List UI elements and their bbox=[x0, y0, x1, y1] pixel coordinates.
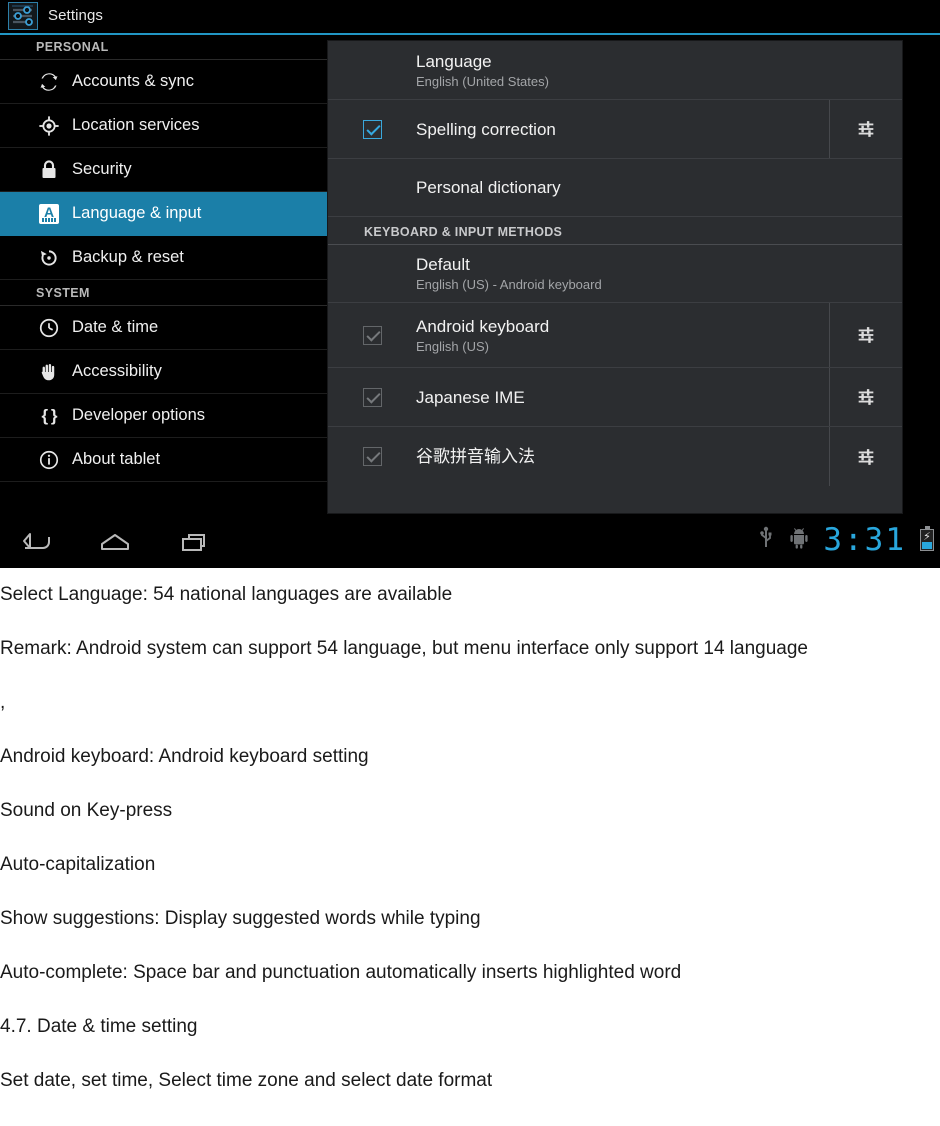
row-text: Default English (US) - Android keyboard bbox=[416, 254, 830, 293]
settings-sliders-icon[interactable] bbox=[829, 303, 902, 367]
sidebar-item-label: Developer options bbox=[72, 406, 205, 424]
sidebar-item-label: Language & input bbox=[72, 204, 202, 222]
document-text: Select Language: 54 national languages a… bbox=[0, 568, 940, 1108]
sidebar-item-label: Security bbox=[72, 160, 132, 178]
sidebar-item-accounts-sync[interactable]: Accounts & sync bbox=[0, 60, 327, 104]
info-circle-icon bbox=[36, 447, 62, 473]
usb-icon bbox=[757, 526, 775, 555]
panel-row-language[interactable]: Language English (United States) bbox=[328, 41, 902, 100]
sidebar-item-label: Backup & reset bbox=[72, 248, 184, 266]
doc-paragraph: Sound on Key-press bbox=[0, 800, 173, 821]
google-pinyin-checkbox[interactable] bbox=[362, 447, 382, 466]
sidebar-item-developer-options[interactable]: { } Developer options bbox=[0, 394, 327, 438]
doc-paragraph: Select Language: 54 national languages a… bbox=[0, 584, 453, 605]
android-robot-icon bbox=[789, 527, 809, 554]
back-icon[interactable] bbox=[14, 526, 56, 558]
row-title: 谷歌拼音输入法 bbox=[416, 447, 535, 466]
doc-paragraph: Show suggestions: Display suggested word… bbox=[0, 908, 481, 929]
location-crosshair-icon bbox=[36, 113, 62, 139]
row-title: Spelling correction bbox=[416, 119, 556, 139]
row-title: Language bbox=[416, 51, 492, 71]
checkbox-slot bbox=[328, 447, 416, 466]
android-keyboard-checkbox[interactable] bbox=[362, 325, 382, 345]
doc-paragraph: 4.7. Date & time setting bbox=[0, 1016, 198, 1037]
sidebar-item-language-input[interactable]: A Language & input bbox=[0, 192, 327, 236]
doc-paragraph: Set date, set time, Select time zone and… bbox=[0, 1070, 493, 1091]
gear-slot bbox=[830, 245, 902, 302]
gear-slot bbox=[830, 41, 902, 99]
row-text: Language English (United States) bbox=[416, 51, 830, 90]
nav-buttons bbox=[14, 526, 216, 558]
spelling-correction-checkbox[interactable] bbox=[362, 119, 382, 139]
title-underline bbox=[0, 33, 940, 35]
settings-sidebar: PERSONAL Accounts & sync Location servic… bbox=[0, 36, 327, 518]
row-subtitle: English (US) bbox=[416, 338, 489, 354]
hand-icon bbox=[36, 359, 62, 385]
row-title: Android keyboard bbox=[416, 316, 550, 336]
panel-row-spelling-correction[interactable]: Spelling correction bbox=[328, 100, 902, 159]
checkbox-slot bbox=[328, 387, 416, 407]
row-title: Japanese IME bbox=[416, 387, 525, 407]
sidebar-item-date-time[interactable]: Date & time bbox=[0, 306, 327, 350]
title-bar: Settings bbox=[0, 0, 940, 33]
sidebar-item-backup-reset[interactable]: Backup & reset bbox=[0, 236, 327, 280]
row-title: Default bbox=[416, 255, 470, 274]
app-title: Settings bbox=[48, 7, 103, 24]
row-title: Personal dictionary bbox=[416, 178, 561, 197]
japanese-ime-checkbox[interactable] bbox=[362, 387, 382, 407]
row-text: 谷歌拼音输入法 bbox=[416, 446, 829, 467]
row-text: Spelling correction bbox=[416, 119, 829, 140]
doc-paragraph: , bbox=[0, 692, 6, 713]
lock-icon bbox=[36, 157, 62, 183]
panel-row-default[interactable]: Default English (US) - Android keyboard bbox=[328, 245, 902, 303]
panel-section-keyboard-input-methods: KEYBOARD & INPUT METHODS bbox=[328, 217, 902, 245]
doc-paragraph: Remark: Android system can support 54 la… bbox=[0, 638, 809, 659]
row-text: Japanese IME bbox=[416, 387, 829, 408]
sidebar-item-label: About tablet bbox=[72, 450, 161, 468]
sidebar-item-label: Location services bbox=[72, 116, 200, 134]
sidebar-item-label: Accounts & sync bbox=[72, 72, 194, 90]
clock-icon bbox=[36, 315, 62, 341]
settings-sliders-icon[interactable] bbox=[829, 100, 902, 158]
system-navigation-bar: 3:31 ⚡ bbox=[0, 518, 940, 568]
doc-paragraph: Android keyboard: Android keyboard setti… bbox=[0, 746, 369, 767]
restore-icon bbox=[36, 245, 62, 271]
row-subtitle: English (United States) bbox=[416, 73, 549, 89]
settings-sliders-icon[interactable] bbox=[829, 368, 902, 426]
checkbox-slot bbox=[328, 325, 416, 345]
settings-sliders-icon[interactable] bbox=[829, 427, 902, 486]
panel-row-japanese-ime[interactable]: Japanese IME bbox=[328, 368, 902, 427]
android-screenshot: Settings PERSONAL Accounts & sync Locati… bbox=[0, 0, 940, 568]
sidebar-item-about-tablet[interactable]: About tablet bbox=[0, 438, 327, 482]
doc-paragraph: Auto-capitalization bbox=[0, 854, 156, 875]
panel-row-android-keyboard[interactable]: Android keyboard English (US) bbox=[328, 303, 902, 368]
panel-row-personal-dictionary[interactable]: Personal dictionary bbox=[328, 159, 902, 217]
gear-slot bbox=[830, 159, 902, 216]
sync-icon bbox=[36, 69, 62, 95]
row-text: Android keyboard English (US) bbox=[416, 316, 829, 355]
sidebar-item-security[interactable]: Security bbox=[0, 148, 327, 192]
sidebar-item-label: Accessibility bbox=[72, 362, 162, 380]
panel-row-google-pinyin[interactable]: 谷歌拼音输入法 bbox=[328, 427, 902, 486]
status-clock: 3:31 bbox=[823, 522, 906, 558]
checkbox-slot bbox=[328, 119, 416, 139]
sidebar-group-system: SYSTEM bbox=[0, 280, 327, 306]
home-icon[interactable] bbox=[94, 526, 136, 558]
sidebar-group-personal: PERSONAL bbox=[0, 36, 327, 60]
sidebar-item-accessibility[interactable]: Accessibility bbox=[0, 350, 327, 394]
settings-sliders-icon[interactable] bbox=[8, 2, 38, 30]
language-a-icon: A bbox=[36, 201, 62, 227]
language-input-panel: Language English (United States) Spellin… bbox=[327, 40, 903, 514]
sidebar-item-label: Date & time bbox=[72, 318, 159, 336]
braces-icon: { } bbox=[41, 405, 58, 425]
sidebar-item-location-services[interactable]: Location services bbox=[0, 104, 327, 148]
doc-paragraph: Auto-complete: Space bar and punctuation… bbox=[0, 962, 682, 983]
row-subtitle: English (US) - Android keyboard bbox=[416, 277, 602, 292]
status-icons: 3:31 ⚡ bbox=[757, 523, 934, 557]
recents-icon[interactable] bbox=[174, 526, 216, 558]
row-text: Personal dictionary bbox=[416, 177, 830, 198]
battery-charging-icon: ⚡ bbox=[920, 526, 934, 551]
